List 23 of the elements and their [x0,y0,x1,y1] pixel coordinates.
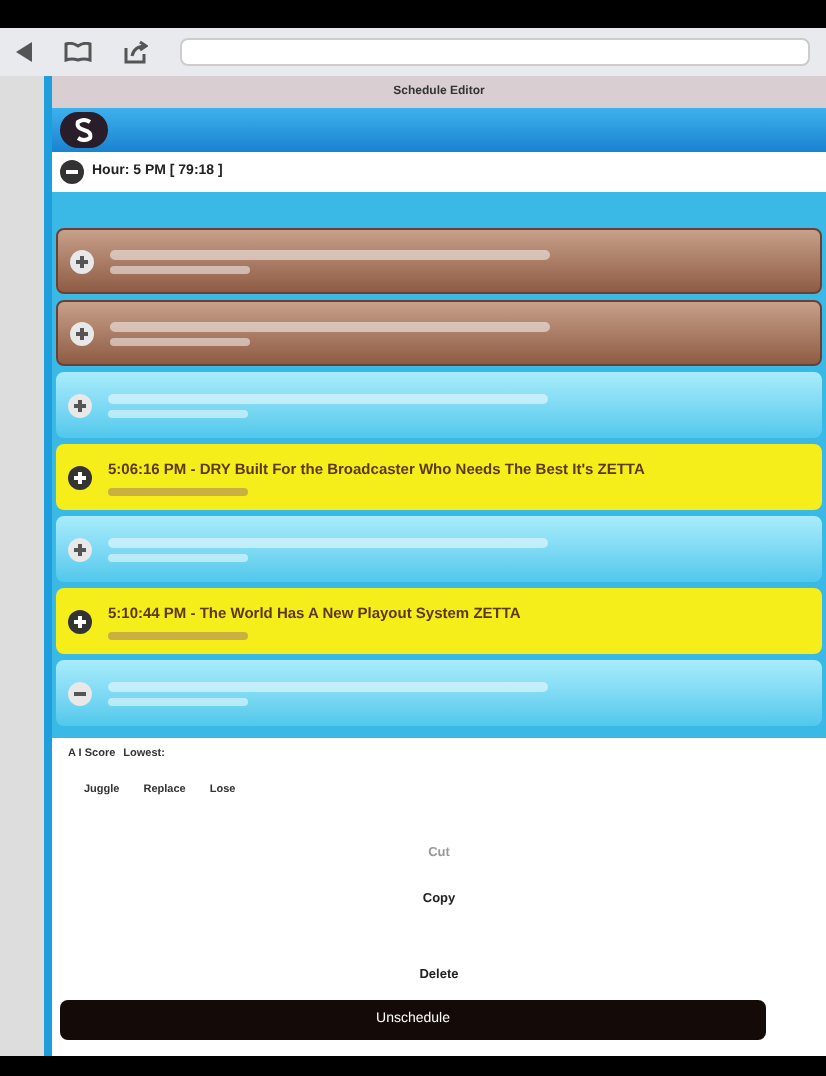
blurred-text [108,409,248,417]
address-field[interactable] [180,38,810,66]
expand-icon[interactable] [68,609,92,633]
book-icon[interactable] [64,42,92,62]
expand-icon[interactable] [68,393,92,417]
blurred-text [108,697,248,705]
app-logo[interactable] [60,112,108,148]
expand-icon[interactable] [70,321,94,345]
program-row[interactable] [56,228,822,294]
blurred-text [110,265,250,273]
share-icon[interactable] [124,40,148,64]
expand-icon[interactable] [68,537,92,561]
blurred-text [108,631,248,640]
collapse-icon[interactable] [68,681,92,705]
blurred-text [108,553,248,561]
back-icon[interactable] [16,42,32,62]
expand-icon[interactable] [68,465,92,489]
program-row[interactable] [56,300,822,366]
expand-icon[interactable] [70,249,94,273]
s-logo-icon [74,118,94,142]
blurred-text [108,487,248,496]
collapse-icon[interactable] [60,160,84,184]
blurred-text [110,337,250,345]
